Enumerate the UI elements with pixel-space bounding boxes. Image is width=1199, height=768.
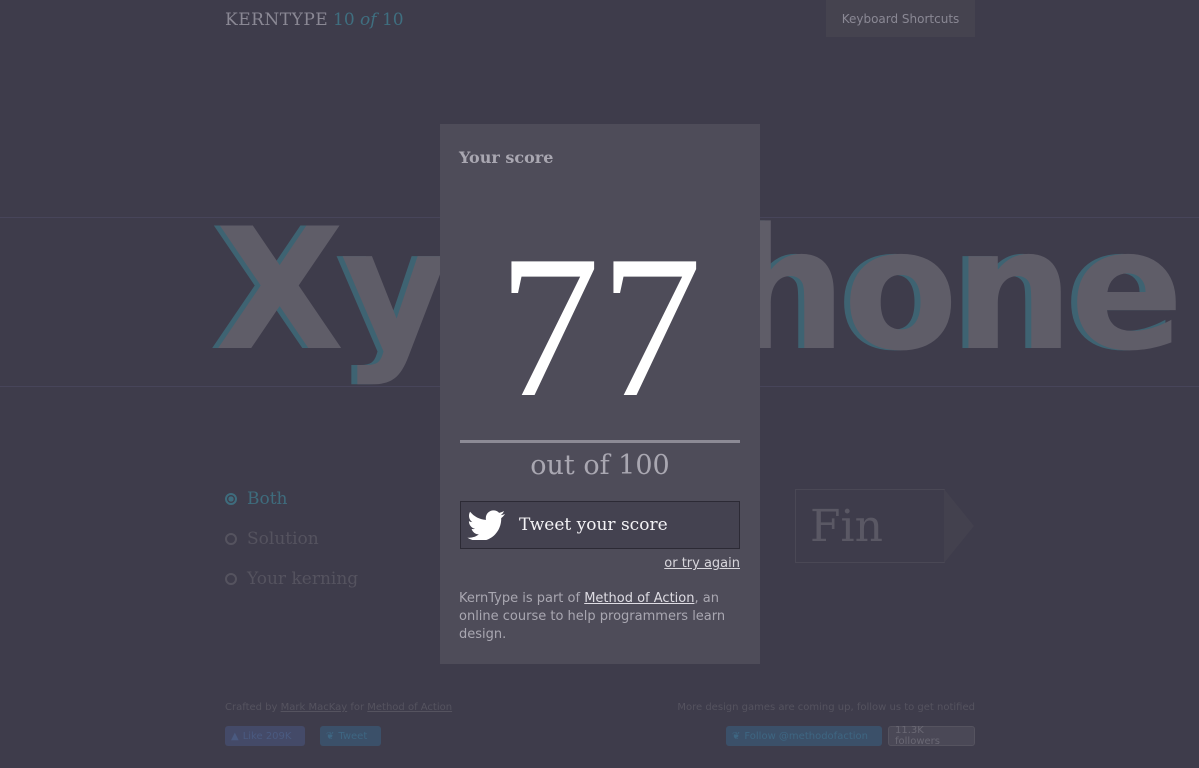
radio-icon: [225, 493, 237, 505]
twitter-follow-button[interactable]: ❦ Follow @methodofaction: [726, 726, 882, 746]
about-prefix: KernType is part of: [459, 591, 585, 606]
facebook-like-button[interactable]: ▲ Like 209K: [225, 726, 305, 746]
radio-icon: [225, 533, 237, 545]
keyboard-shortcuts-button[interactable]: Keyboard Shortcuts: [826, 0, 975, 37]
thumbs-up-icon: ▲: [231, 730, 239, 742]
about-text: KernType is part of Method of Action, an…: [459, 590, 729, 644]
org-link[interactable]: Method of Action: [367, 702, 452, 713]
option-both[interactable]: Both: [225, 489, 288, 509]
method-of-action-link[interactable]: Method of Action: [584, 591, 694, 606]
radio-icon: [225, 573, 237, 585]
followers-count: 11.3K followers: [888, 725, 975, 747]
like-label: Like 209K: [242, 730, 292, 742]
twitter-bird-icon: ❦: [326, 730, 335, 742]
score-divider: [460, 440, 740, 443]
progress-total: 10: [381, 10, 404, 30]
author-link[interactable]: Mark MacKay: [281, 702, 348, 713]
option-label: Your kerning: [247, 569, 359, 589]
credits-prefix: Crafted by: [225, 702, 281, 713]
modal-title: Your score: [459, 148, 554, 167]
twitter-bird-icon: ❦: [732, 730, 741, 742]
score-value: 77: [498, 214, 702, 440]
credits-mid: for: [347, 702, 368, 713]
follow-label: Follow @methodofaction: [744, 730, 868, 742]
fin-button[interactable]: Fin: [795, 489, 945, 563]
level-progress: 10 of 10: [333, 10, 404, 30]
progress-current: 10: [333, 10, 355, 30]
option-label: Both: [247, 489, 288, 509]
tweet-button[interactable]: ❦ Tweet: [320, 726, 381, 746]
credits: Crafted by Mark MacKay for Method of Act…: [225, 702, 452, 713]
more-games-note: More design games are coming up, follow …: [677, 702, 975, 713]
option-label: Solution: [247, 529, 319, 549]
twitter-bird-icon: [467, 510, 505, 540]
progress-of: of: [360, 10, 377, 30]
tweet-score-label: Tweet your score: [519, 515, 668, 535]
score-modal: Your score 77 out of 100 Tweet your scor…: [440, 124, 760, 664]
tweet-label: Tweet: [338, 730, 368, 742]
option-solution[interactable]: Solution: [225, 529, 319, 549]
score-out-of: out of 100: [530, 450, 670, 481]
app-logo[interactable]: KERNTYPE: [225, 10, 328, 30]
tweet-score-button[interactable]: Tweet your score: [460, 501, 740, 549]
try-again-link[interactable]: or try again: [664, 556, 740, 571]
fin-arrow-icon: [944, 489, 974, 563]
option-your-kerning[interactable]: Your kerning: [225, 569, 358, 589]
